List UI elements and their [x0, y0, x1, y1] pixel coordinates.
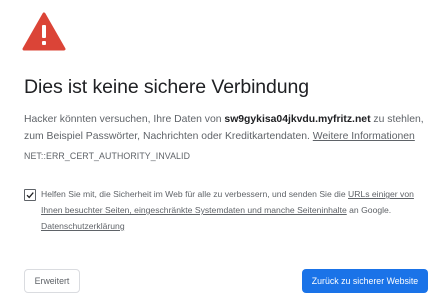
warning-paragraph: Hacker könnten versuchen, Ihre Daten von…	[24, 111, 424, 145]
optin-text-pre: Helfen Sie mit, die Sicherheit im Web fü…	[41, 189, 348, 199]
more-info-link[interactable]: Weitere Informationen	[313, 131, 415, 142]
checkmark-icon	[26, 192, 34, 199]
back-to-safety-button[interactable]: Zurück zu sicherer Website	[302, 269, 428, 293]
optin-text-post: an Google.	[346, 205, 392, 215]
page-title: Dies ist keine sichere Verbindung	[24, 76, 310, 98]
error-code: NET::ERR_CERT_AUTHORITY_INVALID	[24, 151, 191, 161]
warning-triangle-icon	[22, 12, 66, 51]
safe-browsing-optin: Helfen Sie mit, die Sicherheit im Web fü…	[24, 186, 422, 234]
privacy-link[interactable]: Datenschutzerklärung	[41, 221, 125, 231]
optin-text: Helfen Sie mit, die Sicherheit im Web fü…	[41, 186, 422, 234]
warning-text-pre: Hacker könnten versuchen, Ihre Daten von	[24, 114, 225, 125]
advanced-button[interactable]: Erweitert	[24, 269, 80, 293]
host-name: sw9gykisa04jkvdu.myfritz.net	[224, 114, 371, 125]
optin-checkbox[interactable]	[24, 189, 36, 201]
